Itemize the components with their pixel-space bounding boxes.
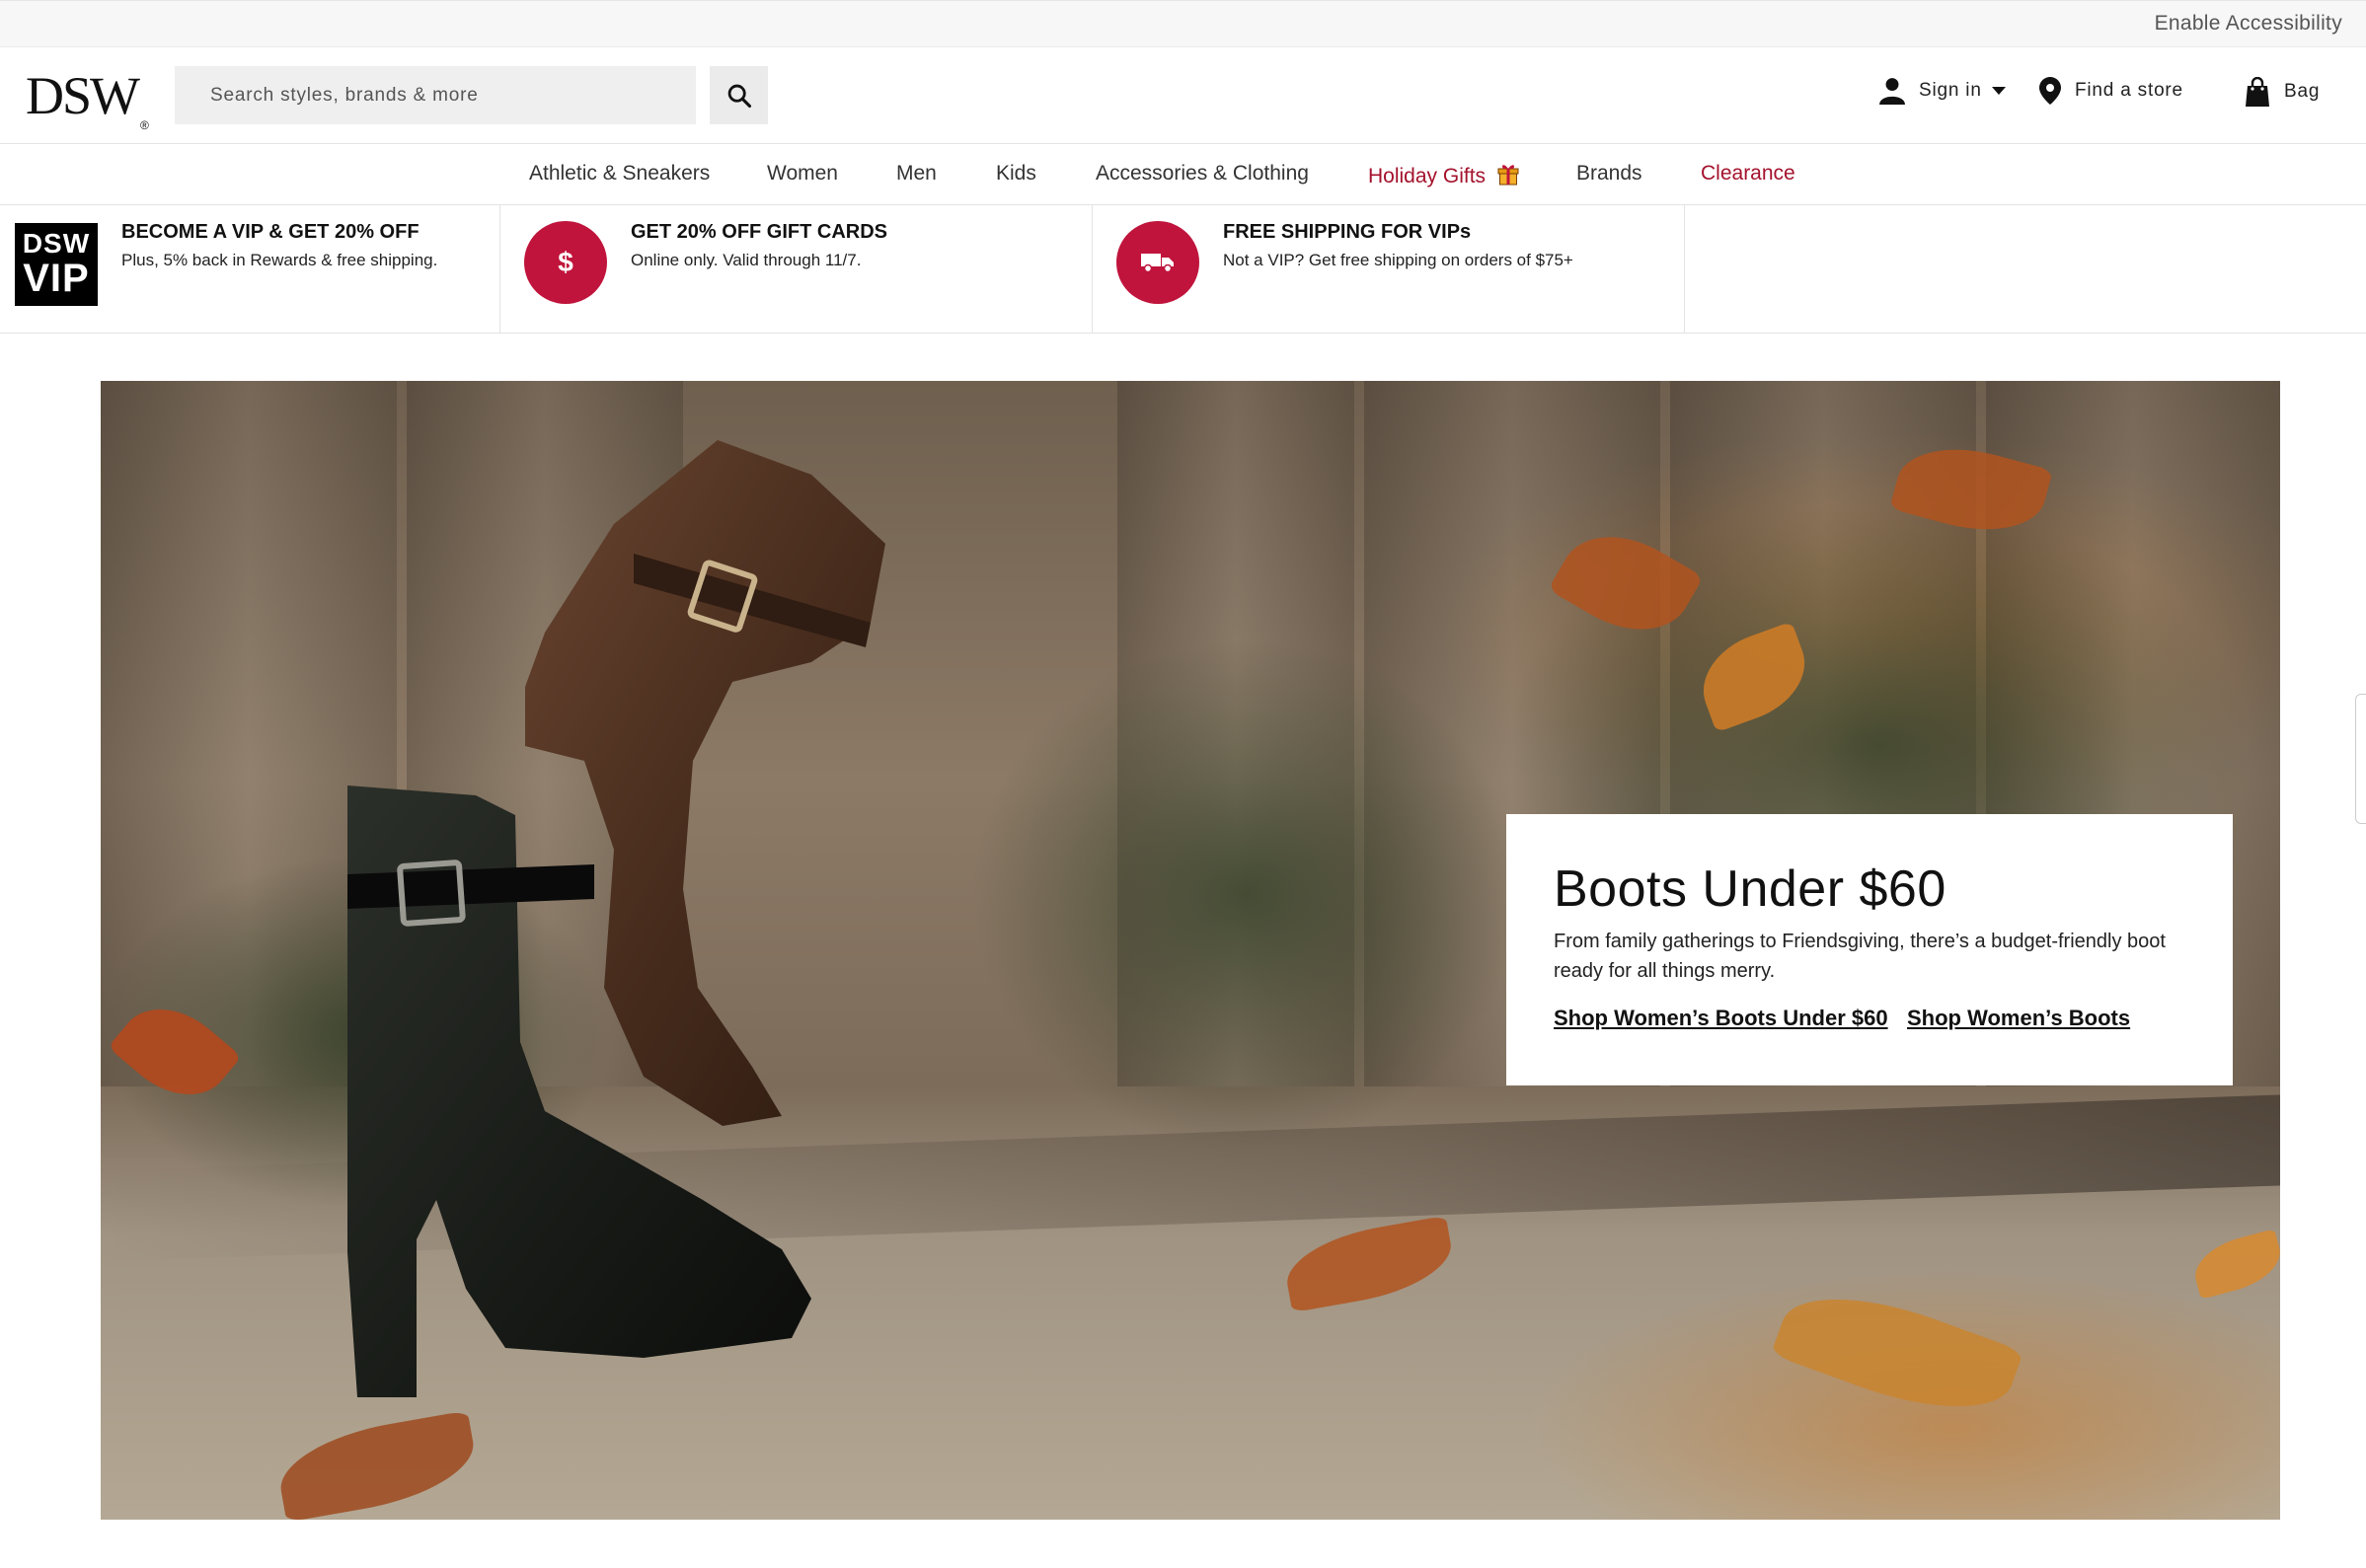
autumn-leaf-decor xyxy=(2188,1229,2280,1300)
hero-heading: Boots Under $60 xyxy=(1554,860,1946,918)
sign-in-label: Sign in xyxy=(1919,80,1982,101)
promo-gift-cards[interactable]: $ GET 20% OFF GIFT CARDS Online only. Va… xyxy=(500,205,1093,333)
promo-subtitle: Not a VIP? Get free shipping on orders o… xyxy=(1223,251,1573,269)
promo-subtitle: Online only. Valid through 11/7. xyxy=(631,251,862,269)
grass-decor xyxy=(969,637,1522,1151)
nav-item-holiday-gifts-label: Holiday Gifts xyxy=(1368,165,1487,187)
shopping-bag-icon xyxy=(2246,77,2269,107)
vip-badge-line2: VIP xyxy=(23,257,90,300)
bag-label: Bag xyxy=(2284,81,2321,102)
find-a-store-link[interactable]: Find a store xyxy=(2039,77,2183,105)
promo-strip: DSW VIP BECOME A VIP & GET 20% OFF Plus,… xyxy=(0,205,2366,334)
dsw-logo[interactable]: DSW ® xyxy=(26,65,149,132)
logo-registered-mark: ® xyxy=(140,118,149,132)
feedback-tab[interactable] xyxy=(2355,694,2366,824)
bag-link[interactable]: Bag xyxy=(2245,77,2320,107)
promo-free-shipping[interactable]: FREE SHIPPING FOR VIPs Not a VIP? Get fr… xyxy=(1093,205,1685,333)
utility-bar: Enable Accessibility xyxy=(0,0,2366,47)
autumn-leaf-decor xyxy=(272,1410,482,1520)
search-input[interactable] xyxy=(175,66,696,124)
search-icon xyxy=(727,84,751,108)
nav-item-kids[interactable]: Kids xyxy=(996,162,1036,186)
hero-promo-card: Boots Under $60 From family gatherings t… xyxy=(1506,814,2233,1085)
logo-text: DSW xyxy=(26,66,140,125)
nav-item-men[interactable]: Men xyxy=(896,162,937,186)
autumn-leaf-decor xyxy=(1280,1215,1458,1313)
location-pin-icon xyxy=(2039,77,2061,105)
nav-item-brands[interactable]: Brands xyxy=(1576,162,1642,186)
shop-boots-under-60-link[interactable]: Shop Women’s Boots Under $60 xyxy=(1554,1006,1888,1031)
promo-vip[interactable]: DSW VIP BECOME A VIP & GET 20% OFF Plus,… xyxy=(0,205,500,333)
dollar-icon: $ xyxy=(524,221,607,304)
search-button[interactable] xyxy=(710,66,768,124)
nav-item-holiday-gifts[interactable]: Holiday Gifts xyxy=(1368,162,1519,188)
nav-item-clearance[interactable]: Clearance xyxy=(1701,162,1795,186)
main-navigation: Athletic & Sneakers Women Men Kids Acces… xyxy=(0,144,2366,205)
hero-description: From family gatherings to Friendsgiving,… xyxy=(1554,931,2166,982)
promo-title: GET 20% OFF GIFT CARDS xyxy=(631,221,888,243)
promo-title: FREE SHIPPING FOR VIPs xyxy=(1223,221,1472,243)
promo-subtitle: Plus, 5% back in Rewards & free shipping… xyxy=(121,251,438,269)
enable-accessibility-link[interactable]: Enable Accessibility xyxy=(2155,12,2342,36)
user-icon xyxy=(1879,78,1905,105)
find-a-store-label: Find a store xyxy=(2075,80,2183,101)
vip-badge-line1: DSW xyxy=(22,228,91,259)
truck-icon xyxy=(1116,221,1199,304)
sign-in-menu[interactable]: Sign in xyxy=(1879,77,2006,105)
nav-item-athletic-sneakers[interactable]: Athletic & Sneakers xyxy=(529,162,710,186)
truck-icon-glyph xyxy=(1141,254,1174,273)
dollar-symbol: $ xyxy=(558,247,573,277)
nav-item-accessories-clothing[interactable]: Accessories & Clothing xyxy=(1096,162,1309,186)
shop-womens-boots-link[interactable]: Shop Women’s Boots xyxy=(1907,1006,2130,1031)
nav-item-women[interactable]: Women xyxy=(767,162,838,186)
site-header: DSW® Sign in Find a store Bag xyxy=(0,47,2366,144)
black-ankle-boot-image xyxy=(347,785,811,1397)
dsw-vip-badge: DSW VIP xyxy=(15,223,98,306)
chevron-down-icon xyxy=(1991,87,2006,95)
gift-icon xyxy=(1497,165,1519,186)
promo-title: BECOME A VIP & GET 20% OFF xyxy=(121,221,420,243)
autumn-leaf-decor xyxy=(1770,1270,2024,1436)
